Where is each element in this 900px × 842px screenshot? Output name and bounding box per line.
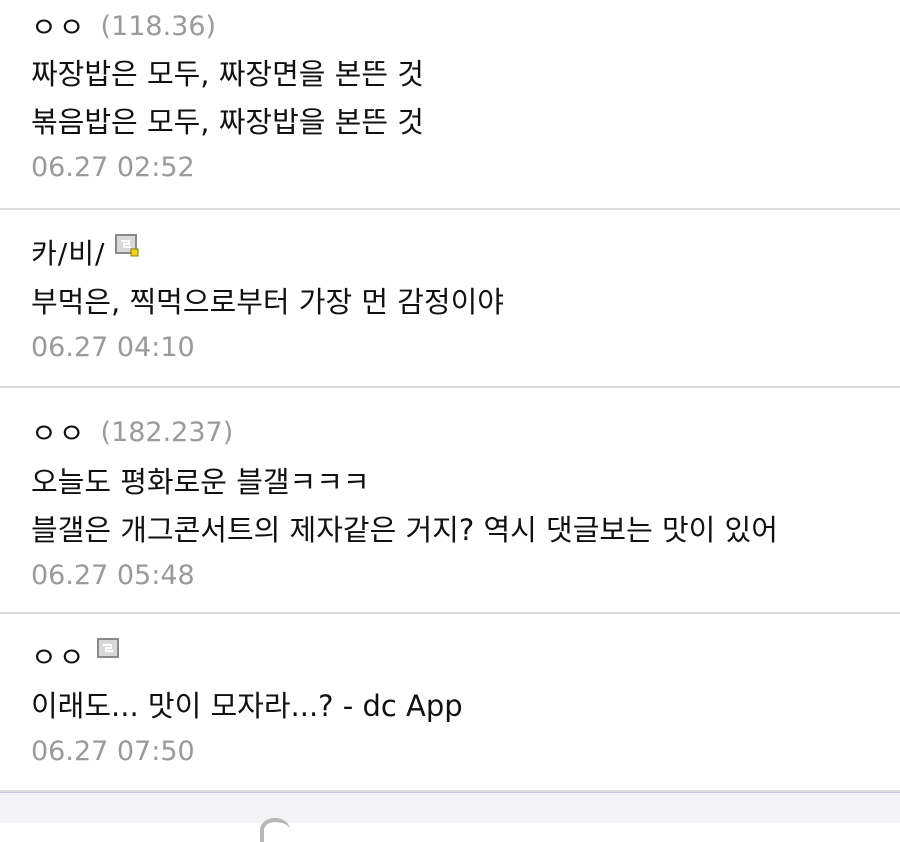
comment-header: 카/비/ [31, 210, 900, 272]
comment-text-line: 짜장밥은 모두, 짜장면을 본뜬 것 [31, 57, 424, 91]
comment-header: ㅇㅇ (118.36) [31, 0, 900, 46]
comment-item: ㅇㅇ 이래도... 맛이 모자라...? - dc App 06.27 07:5… [0, 614, 900, 792]
comment-nickname[interactable]: 카/비/ [31, 232, 105, 272]
comment-text-line: 볶음밥은 모두, 짜장밥을 본뜬 것 [31, 105, 424, 139]
comment-date: 06.27 05:48 [31, 560, 195, 591]
comment-text-line: 이래도... 맛이 모자라...? - dc App [31, 689, 463, 723]
comment-item: ㅇㅇ (182.237) 오늘도 평화로운 블갤ㅋㅋㅋ 블갤은 개그콘서트의 제… [0, 388, 900, 614]
comment-header: ㅇㅇ (182.237) [31, 388, 900, 452]
gallog-fixed-icon[interactable] [115, 234, 139, 258]
comment-nickname[interactable]: ㅇㅇ [31, 636, 87, 676]
comment-date: 06.27 07:50 [31, 736, 195, 767]
comment-date: 06.27 04:10 [31, 332, 195, 363]
comment-list: ㅇㅇ (118.36) 짜장밥은 모두, 짜장면을 본뜬 것 볶음밥은 모두, … [0, 0, 900, 792]
comment-date: 06.27 02:52 [31, 152, 195, 183]
comment-text-line: 부먹은, 찍먹으로부터 가장 먼 감정이야 [31, 285, 504, 319]
comment-nickname[interactable]: ㅇㅇ [31, 412, 87, 452]
comment-nickname[interactable]: ㅇㅇ [31, 6, 87, 46]
bottom-toolbar [0, 792, 900, 842]
comment-header: ㅇㅇ [31, 614, 900, 676]
comment-ip: (182.237) [100, 416, 234, 448]
comment-text-line: 블갤은 개그콘서트의 제자같은 거지? 역시 댓글보는 맛이 있어 [31, 513, 778, 547]
gallog-half-icon[interactable] [96, 638, 121, 662]
comment-ip: (118.36) [100, 10, 217, 42]
comment-item: 카/비/ 부먹은, 찍먹으로부터 가장 먼 감정이야 06.27 04:10 [0, 210, 900, 388]
comment-item: ㅇㅇ (118.36) 짜장밥은 모두, 짜장면을 본뜬 것 볶음밥은 모두, … [0, 0, 900, 210]
comment-text-line: 오늘도 평화로운 블갤ㅋㅋㅋ [31, 465, 370, 499]
